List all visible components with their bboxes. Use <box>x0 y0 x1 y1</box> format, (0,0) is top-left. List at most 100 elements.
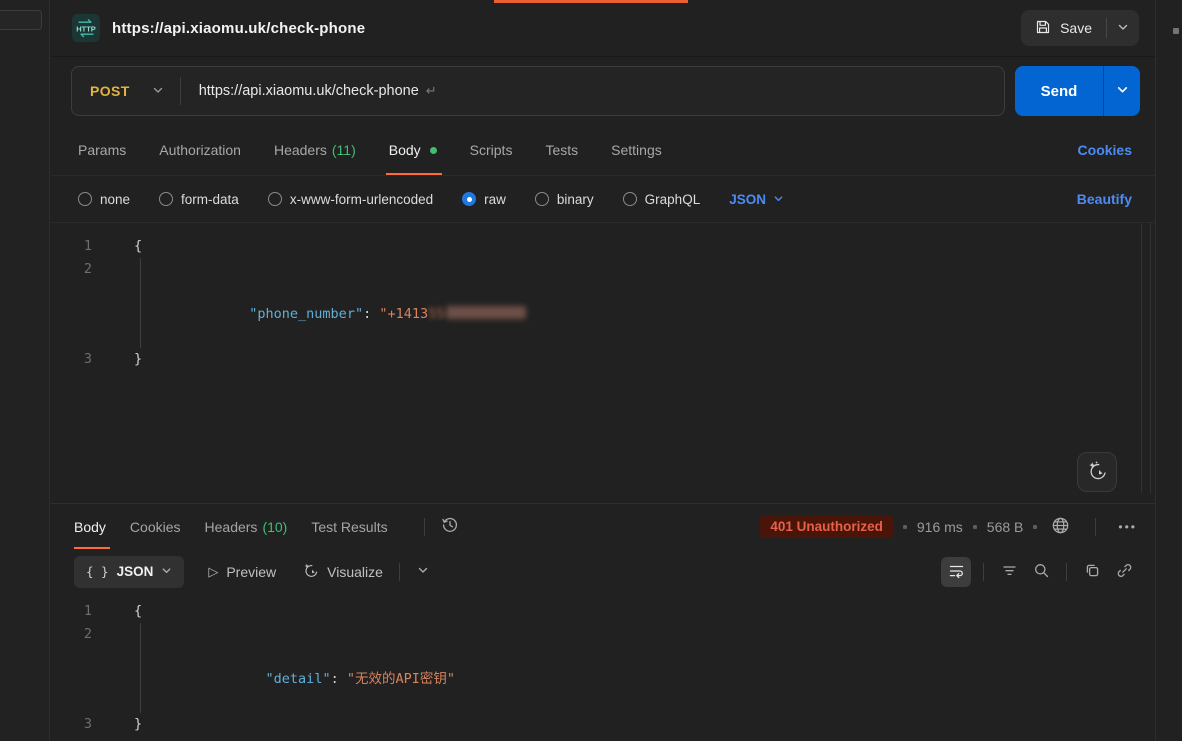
tab-body[interactable]: Body <box>389 125 437 175</box>
url-builder-row: POST https://api.xiaomu.uk/check-phone ↵… <box>51 57 1155 125</box>
body-mode-form-data[interactable]: form-data <box>159 192 239 207</box>
radio-icon <box>535 192 549 206</box>
chevron-down-icon <box>773 192 784 207</box>
body-mode-raw[interactable]: raw <box>462 192 506 207</box>
right-sidebar-rail[interactable] <box>1155 0 1182 741</box>
url-input[interactable]: https://api.xiaomu.uk/check-phone ↵ <box>199 83 1004 99</box>
globe-icon <box>1051 516 1070 538</box>
sparkle-icon <box>302 562 319 582</box>
network-info-button[interactable] <box>1047 514 1073 540</box>
cookies-link[interactable]: Cookies <box>1078 142 1139 158</box>
play-icon: ▷ <box>208 564 218 580</box>
tab-settings[interactable]: Settings <box>611 125 662 175</box>
line-number: 1 <box>51 600 108 623</box>
response-history-button[interactable] <box>437 514 463 540</box>
separator-dot <box>1033 525 1037 529</box>
collapse-panel-icon[interactable] <box>1173 28 1179 34</box>
indent-guide <box>140 258 141 348</box>
response-format-selector[interactable]: { } JSON <box>74 556 184 588</box>
method-selector[interactable]: POST <box>72 67 164 115</box>
link-icon <box>1116 562 1133 582</box>
response-tabs: Body Cookies Headers (10) Test Results <box>51 504 1155 549</box>
code-line: 2 "detail": "无效的API密钥" <box>51 623 1155 713</box>
body-mode-x-www-form-urlencoded[interactable]: x-www-form-urlencoded <box>268 192 433 207</box>
send-button-group: Send <box>1015 66 1140 116</box>
filter-button[interactable] <box>996 559 1022 585</box>
headers-count-badge: (11) <box>332 142 356 158</box>
line-number: 3 <box>51 348 108 371</box>
svg-text:HTTP: HTTP <box>76 25 96 34</box>
divider <box>1095 518 1096 536</box>
radio-selected-icon <box>462 192 476 206</box>
beautify-link[interactable]: Beautify <box>1077 191 1139 207</box>
save-button[interactable]: Save <box>1021 10 1106 46</box>
redaction-blur-block <box>446 306 526 319</box>
response-tab-headers[interactable]: Headers (10) <box>205 504 288 549</box>
body-mode-graphql[interactable]: GraphQL <box>623 192 701 207</box>
radio-icon <box>159 192 173 206</box>
visualize-options-button[interactable] <box>410 559 436 585</box>
editor-scrollbar[interactable] <box>1150 223 1151 493</box>
body-content-dot <box>430 147 437 154</box>
copy-button[interactable] <box>1079 559 1105 585</box>
preview-button[interactable]: ▷ Preview <box>208 564 276 580</box>
url-container: POST https://api.xiaomu.uk/check-phone ↵ <box>71 66 1005 116</box>
response-tab-cookies[interactable]: Cookies <box>130 504 181 549</box>
chevron-down-icon <box>1117 21 1129 36</box>
line-number: 2 <box>51 258 108 348</box>
postbot-sparkle-icon <box>1086 460 1108 485</box>
tab-params[interactable]: Params <box>78 125 126 175</box>
chevron-down-icon <box>161 564 172 579</box>
tab-scripts[interactable]: Scripts <box>470 125 513 175</box>
wrap-text-button[interactable] <box>941 557 971 587</box>
code-line: 1 { <box>51 235 1155 258</box>
response-toolbar: { } JSON ▷ Preview <box>51 549 1155 594</box>
response-toolbar-icons <box>941 557 1137 587</box>
history-icon <box>441 516 459 537</box>
separator-dot <box>903 525 907 529</box>
chevron-down-icon <box>1116 83 1129 99</box>
request-header-bar: HTTP https://api.xiaomu.uk/check-phone S… <box>51 0 1155 57</box>
left-sidebar-rail <box>0 0 50 741</box>
response-body-editor[interactable]: 1 { 2 "detail": "无效的API密钥" 3 } <box>51 594 1155 741</box>
code-line: 2 "phone_number": "+141355 <box>51 258 1155 348</box>
divider <box>180 77 181 105</box>
send-options-button[interactable] <box>1103 66 1140 116</box>
divider <box>424 518 425 536</box>
request-body-editor[interactable]: 1 { 2 "phone_number": "+141355 3 } <box>51 222 1155 503</box>
body-mode-none[interactable]: none <box>78 192 130 207</box>
radio-icon <box>268 192 282 206</box>
response-time[interactable]: 916 ms <box>917 519 963 535</box>
body-mode-row: none form-data x-www-form-urlencoded raw… <box>51 176 1155 222</box>
response-tab-test-results[interactable]: Test Results <box>311 504 387 549</box>
response-tab-body[interactable]: Body <box>74 504 106 549</box>
braces-icon: { } <box>86 564 109 579</box>
save-options-button[interactable] <box>1107 10 1139 46</box>
tab-tests[interactable]: Tests <box>545 125 578 175</box>
wrap-text-icon <box>948 562 965 582</box>
line-number: 1 <box>51 235 108 258</box>
url-text: https://api.xiaomu.uk/check-phone <box>199 83 419 99</box>
sidebar-tab-stub[interactable] <box>0 10 42 30</box>
more-options-icon[interactable]: ••• <box>1118 520 1137 534</box>
method-label: POST <box>90 83 130 99</box>
status-badge[interactable]: 401 Unauthorized <box>760 515 893 538</box>
line-number: 3 <box>51 713 108 736</box>
postbot-button[interactable] <box>1077 452 1117 492</box>
response-size[interactable]: 568 B <box>987 519 1024 535</box>
search-button[interactable] <box>1028 559 1054 585</box>
response-headers-count-badge: (10) <box>262 519 287 535</box>
language-selector[interactable]: JSON <box>729 192 784 207</box>
save-button-label: Save <box>1060 20 1092 36</box>
visualize-button[interactable]: Visualize <box>302 562 383 582</box>
tab-headers[interactable]: Headers (11) <box>274 125 356 175</box>
link-button[interactable] <box>1111 559 1137 585</box>
code-line: 3 } <box>51 348 1155 371</box>
return-key-hint: ↵ <box>426 83 437 99</box>
radio-icon <box>623 192 637 206</box>
tab-authorization[interactable]: Authorization <box>159 125 241 175</box>
body-mode-binary[interactable]: binary <box>535 192 594 207</box>
editor-scrollbar-track <box>1141 223 1142 493</box>
response-meta: 401 Unauthorized 916 ms 568 B <box>760 514 1137 540</box>
send-button[interactable]: Send <box>1015 66 1103 116</box>
